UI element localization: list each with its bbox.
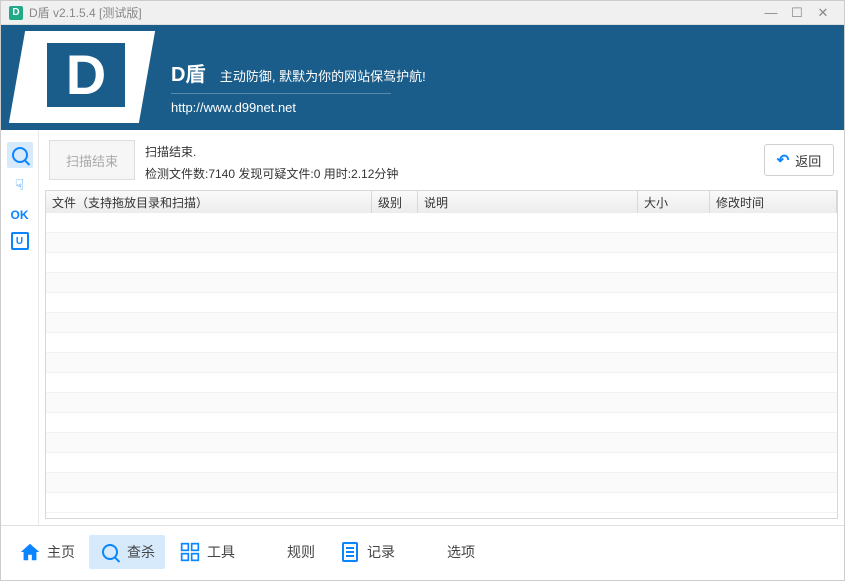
back-button[interactable]: ↶ 返回 [764,144,834,176]
app-tagline: 主动防御, 默默为你的网站保驾护航! [220,69,426,84]
tab-home[interactable]: 主页 [9,535,85,569]
close-button[interactable]: ✕ [810,5,836,21]
table-row [46,393,837,413]
return-icon: ↶ [777,151,790,169]
status-line2: 检测文件数:7140 发现可疑文件:0 用时:2.12分钟 [145,164,754,186]
col-file[interactable]: 文件（支持拖放目录和扫描） [46,191,372,213]
tab-logs[interactable]: 记录 [329,535,405,569]
tab-tools[interactable]: 工具 [169,535,245,569]
app-name: D盾 [171,58,205,87]
banner: D D盾 主动防御, 默默为你的网站保驾护航! http://www.d99ne… [1,25,844,130]
home-icon [19,541,41,563]
col-size[interactable]: 大小 [638,191,710,213]
table-row [46,453,837,473]
grid-icon [259,541,281,563]
sidebar-hand[interactable]: ☟ [7,172,33,198]
logo: D [11,25,171,130]
sidebar-scan[interactable] [7,142,33,168]
titlebar: D D盾 v2.1.5.4 [测试版] — ☐ ✕ [1,1,844,25]
hand-icon: ☟ [15,176,24,194]
table-row [46,353,837,373]
table-body [46,213,837,518]
tools-icon [179,541,201,563]
sidebar-square[interactable]: U [11,232,29,250]
table-row [46,493,837,513]
table-row [46,313,837,333]
app-icon: D [9,6,23,20]
sidebar-ok[interactable]: OK [7,202,33,228]
col-desc[interactable]: 说明 [418,191,638,213]
window-title: D盾 v2.1.5.4 [测试版] [29,4,142,21]
minimize-button[interactable]: — [758,5,784,20]
table-row [46,273,837,293]
table-row [46,293,837,313]
document-icon [339,541,361,563]
table-row [46,233,837,253]
app-url[interactable]: http://www.d99net.net [171,100,426,115]
bottom-toolbar: 主页 查杀 工具 规则 记录 选项 [1,525,844,577]
search-icon [99,541,121,563]
col-mtime[interactable]: 修改时间 [710,191,837,213]
table-row [46,433,837,453]
table-row [46,373,837,393]
table-row [46,213,837,233]
sidebar: ☟ OK U [1,130,39,525]
maximize-button[interactable]: ☐ [784,5,810,21]
table-row [46,253,837,273]
tab-rules[interactable]: 规则 [249,535,325,569]
search-icon [12,147,28,163]
status-row: 扫描结束 扫描结束. 检测文件数:7140 发现可疑文件:0 用时:2.12分钟… [45,136,838,190]
table-row [46,333,837,353]
tab-scan[interactable]: 查杀 [89,535,165,569]
table-header: 文件（支持拖放目录和扫描） 级别 说明 大小 修改时间 [46,191,837,213]
options-icon [419,541,441,563]
scan-end-button: 扫描结束 [49,140,135,180]
tab-options[interactable]: 选项 [409,535,485,569]
results-table: 文件（支持拖放目录和扫描） 级别 说明 大小 修改时间 [45,190,838,519]
col-level[interactable]: 级别 [372,191,418,213]
table-row [46,473,837,493]
status-line1: 扫描结束. [145,142,754,164]
table-row [46,413,837,433]
